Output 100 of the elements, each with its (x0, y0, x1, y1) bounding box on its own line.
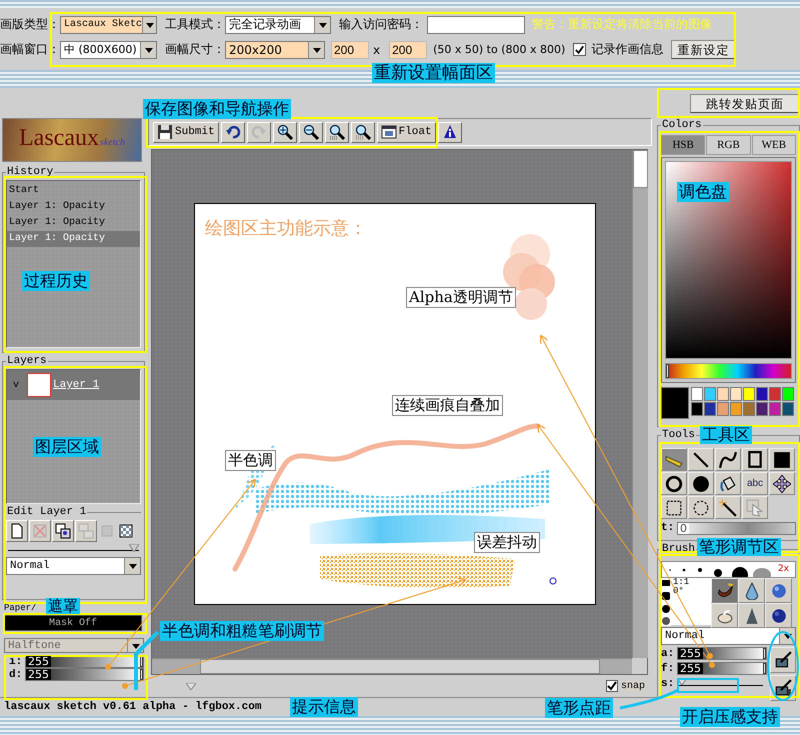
color-swatch[interactable] (769, 402, 781, 416)
color-swatch[interactable] (704, 402, 716, 416)
slider-thumb[interactable] (129, 544, 139, 552)
brush-type-button[interactable] (765, 603, 792, 628)
tab[interactable]: RGB (706, 135, 751, 155)
password-field[interactable] (427, 16, 525, 34)
color-swatch[interactable] (691, 402, 703, 416)
brush-type-button[interactable] (738, 603, 765, 628)
tool-button[interactable] (688, 472, 714, 495)
color-swatch[interactable] (743, 387, 755, 401)
slider-thumb[interactable] (140, 656, 143, 667)
toolbar-button[interactable] (272, 122, 297, 142)
gradient-slider[interactable]: 0 (677, 522, 796, 534)
tab[interactable]: HSB (661, 135, 706, 155)
slider-thumb[interactable] (666, 364, 669, 378)
filled-circle-icon (692, 474, 710, 492)
tool-button[interactable] (769, 448, 795, 471)
triangle-icon (186, 682, 196, 690)
horizontal-scrollbar[interactable] (152, 658, 632, 674)
brush-type-button[interactable] (738, 578, 765, 603)
tool-button[interactable] (661, 496, 687, 519)
window-icon (380, 124, 397, 140)
panel-title: Edit Layer 1 (6, 506, 88, 518)
gradient-slider[interactable]: 255 (25, 668, 144, 681)
width-field[interactable]: 200 (331, 40, 369, 58)
tool-button[interactable] (688, 448, 714, 471)
checkbox[interactable] (606, 680, 618, 692)
annotation-label: 重新设置幅面区 (372, 63, 495, 83)
mask-button[interactable]: Mask Off (4, 615, 142, 631)
color-swatch[interactable] (743, 402, 755, 416)
tool-button[interactable] (661, 472, 687, 495)
brush-type-button[interactable] (711, 578, 738, 603)
jump-button[interactable]: 跳转发贴页面 (690, 94, 800, 113)
gradient-slider[interactable]: 255 (677, 647, 767, 660)
color-picker[interactable] (665, 161, 792, 359)
visibility-toggle[interactable]: v (13, 380, 27, 390)
toolbar-button[interactable] (438, 122, 462, 142)
tool-button[interactable] (661, 448, 687, 471)
height-field[interactable]: 200 (389, 40, 428, 58)
dropdown[interactable]: Normal (6, 557, 141, 575)
color-swatch[interactable] (756, 402, 768, 416)
history-item[interactable]: Start (7, 183, 140, 199)
annotation-label: 图层区域 (33, 437, 101, 457)
zoom-out-icon (302, 124, 319, 140)
toolbar-button[interactable]: Submit (153, 122, 219, 142)
toolbar-button[interactable] (298, 122, 323, 142)
tool-button[interactable] (715, 496, 741, 519)
vertical-scrollbar[interactable] (632, 150, 648, 658)
slider-thumb[interactable] (763, 663, 766, 674)
toolbar-button[interactable] (324, 122, 349, 142)
color-swatch[interactable] (730, 387, 742, 401)
pressure-button[interactable] (770, 647, 796, 673)
layer-tool-button[interactable] (52, 520, 74, 542)
tool-button[interactable] (769, 472, 795, 495)
callout-connector (134, 630, 160, 690)
dropdown[interactable]: 200x200 (225, 40, 325, 58)
layer-name[interactable]: Layer 1 (53, 379, 100, 391)
annotation-label: 工具区 (700, 426, 752, 444)
toolbar-button[interactable]: Float (376, 122, 436, 142)
slider-label: d: (9, 668, 24, 680)
annotation-label: 保存图像和导航操作 (143, 99, 291, 119)
color-swatch[interactable] (769, 387, 781, 401)
dropdown[interactable]: Lascaux Sketc (60, 16, 157, 34)
tool-button[interactable]: abc (742, 472, 768, 495)
gradient-slider[interactable]: 255 (677, 662, 767, 675)
color-swatch[interactable] (717, 402, 729, 416)
annotation-label: 半色调和粗糙笔刷调节 (160, 621, 324, 641)
tool-button[interactable] (715, 448, 741, 471)
tool-button[interactable] (715, 472, 741, 495)
color-swatch[interactable] (756, 387, 768, 401)
checkbox-label: 记录作画信息 (591, 41, 664, 58)
history-item[interactable]: Layer 1: Opacity (7, 199, 140, 215)
dropdown[interactable]: 中 (800X600) (60, 40, 157, 58)
slider-value: 255 (26, 656, 51, 667)
tool-button[interactable] (688, 496, 714, 519)
layer-row[interactable]: v Layer 1 (7, 370, 140, 400)
dropdown[interactable]: 完全记录动画 (225, 16, 331, 34)
history-item[interactable]: Layer 1: Opacity (7, 231, 140, 247)
color-swatch[interactable] (704, 387, 716, 401)
history-item[interactable]: Layer 1: Opacity (7, 215, 140, 231)
reset-button[interactable]: 重新设定 (671, 40, 736, 59)
color-swatch[interactable] (782, 387, 794, 401)
hue-slider[interactable] (665, 363, 792, 379)
annotation-label: 笔形调节区 (697, 538, 781, 556)
slider-thumb[interactable] (763, 648, 766, 659)
tool-button[interactable] (742, 448, 768, 471)
checkbox[interactable] (573, 43, 586, 56)
slider-thumb[interactable] (677, 678, 687, 684)
toolbar-button[interactable] (350, 122, 375, 142)
slider-thumb[interactable] (140, 669, 143, 680)
color-swatch[interactable] (691, 387, 703, 401)
tab[interactable]: WEB (752, 135, 796, 155)
size-multiplier: 2x (778, 564, 789, 574)
brush-size-strip[interactable]: 2x (661, 561, 796, 578)
color-swatch[interactable] (717, 387, 729, 401)
brush-type-button[interactable] (711, 603, 738, 628)
layer-tool-button[interactable] (6, 520, 28, 542)
color-swatch[interactable] (730, 402, 742, 416)
color-swatch[interactable] (782, 402, 794, 416)
toolbar-button[interactable] (220, 122, 245, 142)
